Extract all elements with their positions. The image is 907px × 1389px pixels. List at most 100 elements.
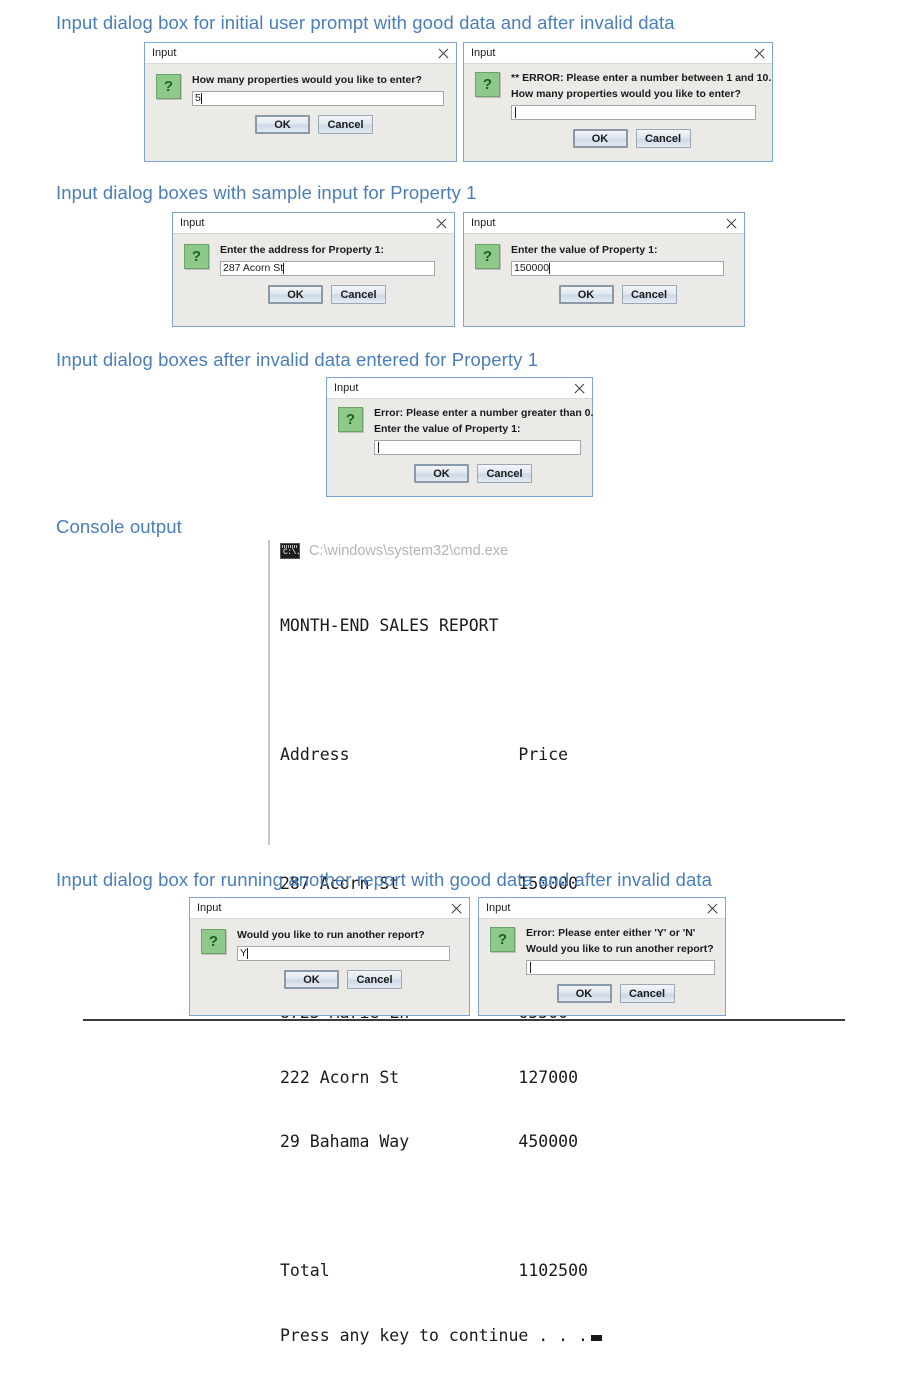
- dialog-count-prompt[interactable]: Input ? How many properties would you li…: [144, 42, 457, 162]
- dialog-address-prompt[interactable]: Input ? Enter the address for Property 1…: [172, 212, 455, 327]
- dialog-titlebar: Input: [145, 43, 456, 64]
- console-cursor: [590, 1334, 602, 1341]
- console-column-headers: Address Price: [280, 745, 569, 764]
- text-caret: [200, 93, 202, 104]
- dialog-count-error[interactable]: Input ? ** ERROR: Please enter a number …: [463, 42, 773, 162]
- dialog-body: ? Enter the address for Property 1: 287 …: [173, 234, 454, 304]
- section-heading-5: Input dialog box for running another rep…: [56, 869, 713, 890]
- question-mark-icon: ?: [475, 244, 500, 269]
- dialog-title: Input: [471, 46, 496, 59]
- text-caret: [283, 263, 285, 274]
- cancel-button[interactable]: Cancel: [477, 464, 532, 483]
- input-field-value: 150000: [514, 262, 550, 274]
- dialog-value-error[interactable]: Input ? Error: Please enter a number gre…: [326, 377, 593, 497]
- close-icon[interactable]: [706, 902, 719, 915]
- close-icon[interactable]: [753, 47, 766, 60]
- dialog-title: Input: [180, 216, 205, 229]
- input-field[interactable]: 287 Acorn St: [220, 261, 435, 276]
- console-total-row: Total 1102500: [280, 1261, 588, 1280]
- console-report-title: MONTH-END SALES REPORT: [280, 616, 499, 635]
- prompt-line: Enter the value of Property 1:: [374, 423, 521, 435]
- dialog-titlebar: Input: [464, 213, 744, 234]
- cancel-button[interactable]: Cancel: [635, 129, 691, 148]
- prompt-line: Would you like to run another report?: [526, 943, 714, 955]
- question-mark-icon: ?: [475, 72, 500, 97]
- input-field-value: 287 Acorn St: [223, 262, 284, 274]
- ok-button[interactable]: OK: [572, 129, 628, 148]
- prompt-line: Enter the address for Property 1:: [220, 244, 384, 256]
- error-line: ** ERROR: Please enter a number between …: [511, 72, 772, 84]
- dialog-body: ? How many properties would you like to …: [145, 64, 456, 134]
- text-caret: [515, 107, 516, 118]
- input-field[interactable]: [526, 960, 715, 975]
- input-field[interactable]: Y: [237, 946, 450, 961]
- section-heading-1: Input dialog box for initial user prompt…: [56, 12, 675, 33]
- close-icon[interactable]: [437, 47, 450, 60]
- text-caret: [549, 263, 551, 274]
- question-mark-icon: ?: [338, 407, 363, 432]
- ok-button[interactable]: OK: [556, 984, 612, 1003]
- ok-button[interactable]: OK: [268, 285, 323, 304]
- console-row: 29 Bahama Way 450000: [280, 1132, 579, 1151]
- cancel-button[interactable]: Cancel: [347, 970, 402, 989]
- dialog-value-prompt[interactable]: Input ? Enter the value of Property 1: 1…: [463, 212, 745, 327]
- dialog-titlebar: Input: [173, 213, 454, 234]
- text-caret: [247, 948, 249, 959]
- cancel-button[interactable]: Cancel: [619, 984, 675, 1003]
- console-titlebar: C:\. C:\windows\system32\cmd.exe: [268, 540, 698, 562]
- input-field-value: Y: [240, 947, 248, 959]
- dialog-body: ? Error: Please enter a number greater t…: [327, 399, 593, 483]
- close-icon[interactable]: [725, 217, 738, 230]
- console-title: C:\windows\system32\cmd.exe: [309, 543, 509, 559]
- console-pause-text: Press any key to continue . . .: [280, 1325, 588, 1345]
- dialog-body: ? Would you like to run another report? …: [190, 919, 469, 989]
- dialog-title: Input: [152, 46, 177, 59]
- ok-button[interactable]: OK: [558, 285, 614, 304]
- cancel-button[interactable]: Cancel: [621, 285, 677, 304]
- close-icon[interactable]: [435, 217, 448, 230]
- console-blank: [280, 680, 698, 702]
- bottom-divider: [83, 1019, 845, 1021]
- dialog-titlebar: Input: [479, 898, 725, 919]
- dialog-button-row: OK Cancel: [227, 970, 459, 989]
- section-heading-3: Input dialog boxes after invalid data en…: [56, 349, 539, 370]
- question-mark-icon: ?: [201, 929, 226, 954]
- cancel-button[interactable]: Cancel: [318, 115, 373, 134]
- section-heading-4: Console output: [56, 516, 182, 537]
- dialog-button-row: OK Cancel: [364, 464, 582, 483]
- cmd-icon-label: C:\.: [283, 548, 301, 557]
- dialog-title: Input: [334, 381, 359, 394]
- dialog-body: ? Error: Please enter either 'Y' or 'N' …: [479, 919, 725, 1003]
- text-caret: [530, 962, 531, 973]
- dialog-titlebar: Input: [464, 43, 772, 64]
- ok-button[interactable]: OK: [284, 970, 339, 989]
- dialog-title: Input: [197, 901, 222, 914]
- dialog-body: ? Enter the value of Property 1: 150000 …: [464, 234, 744, 304]
- dialog-title: Input: [471, 216, 496, 229]
- ok-button[interactable]: OK: [255, 115, 310, 134]
- input-field[interactable]: [511, 105, 756, 120]
- input-field[interactable]: [374, 440, 581, 455]
- text-caret: [378, 442, 379, 453]
- cmd-icon: C:\.: [280, 543, 301, 559]
- dialog-button-row: OK Cancel: [210, 285, 444, 304]
- dialog-button-row: OK Cancel: [182, 115, 446, 134]
- dialog-button-row: OK Cancel: [516, 984, 715, 1003]
- dialog-body: ? ** ERROR: Please enter a number betwee…: [464, 64, 772, 148]
- dialog-another-report-error[interactable]: Input ? Error: Please enter either 'Y' o…: [478, 897, 726, 1016]
- dialog-another-report-prompt[interactable]: Input ? Would you like to run another re…: [189, 897, 470, 1016]
- dialog-button-row: OK Cancel: [501, 129, 762, 148]
- input-field[interactable]: 150000: [511, 261, 724, 276]
- ok-button[interactable]: OK: [414, 464, 469, 483]
- error-line: Error: Please enter either 'Y' or 'N': [526, 927, 696, 939]
- input-field[interactable]: 5: [192, 91, 444, 106]
- console-blank: [280, 809, 698, 831]
- close-icon[interactable]: [450, 902, 463, 915]
- prompt-line: Would you like to run another report?: [237, 929, 425, 941]
- dialog-title: Input: [486, 901, 511, 914]
- cancel-button[interactable]: Cancel: [331, 285, 386, 304]
- prompt-line: Enter the value of Property 1:: [511, 244, 658, 256]
- close-icon[interactable]: [573, 382, 586, 395]
- prompt-line: How many properties would you like to en…: [192, 74, 422, 86]
- console-left-rule: [268, 540, 270, 845]
